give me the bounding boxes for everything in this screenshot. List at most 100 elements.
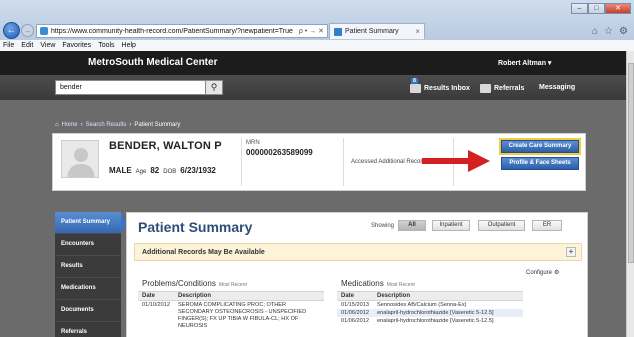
create-care-summary-button[interactable]: Create Care Summary (499, 138, 581, 155)
menu-file[interactable]: File (3, 42, 14, 49)
avatar (61, 140, 99, 178)
breadcrumb-home-icon[interactable]: ⌂ (55, 122, 59, 128)
row-date: 01/10/2012 (142, 302, 170, 308)
header-description: Description (377, 293, 411, 299)
settings-gear-icon[interactable]: ⚙ (619, 26, 628, 37)
problems-table: Date Description 01/10/2012 SEROMA COMPL… (138, 291, 324, 330)
notice-text: Additional Records May Be Available (142, 249, 265, 256)
configure-label: Configure (526, 269, 553, 276)
window-close-button[interactable]: ✕ (605, 3, 631, 14)
row-date: 01/06/2012 (341, 310, 369, 316)
filter-er-button[interactable]: ER (532, 220, 562, 231)
forward-button[interactable]: → (21, 24, 34, 37)
results-inbox-label: Results Inbox (424, 85, 470, 92)
messaging-link[interactable]: Messaging (539, 84, 575, 91)
medications-title: Medications (341, 279, 384, 288)
home-icon[interactable]: ⌂ (592, 26, 598, 37)
menu-tools[interactable]: Tools (98, 42, 114, 49)
search-icon: ⚲ (210, 82, 218, 92)
window-controls: – □ ✕ (571, 3, 631, 14)
page-scrollbar[interactable] (626, 51, 634, 337)
app-header: MetroSouth Medical Center Robert Altman … (0, 51, 626, 75)
mrn-label: MRN (246, 140, 260, 146)
menu-edit[interactable]: Edit (21, 42, 33, 49)
app-title: MetroSouth Medical Center (88, 57, 218, 68)
breadcrumb-current: Patient Summary (134, 122, 181, 128)
table-header: Date Description (337, 291, 523, 301)
table-row[interactable]: 01/15/2013 Sennosides AB/Calcium (Senna-… (337, 301, 523, 309)
row-description: SEROMA COMPLICATING PROC; OTHER SECONDAR… (178, 302, 307, 329)
favorites-star-icon[interactable]: ☆ (604, 26, 613, 37)
nav-referrals[interactable]: Referrals (55, 322, 121, 337)
table-row[interactable]: 01/06/2012 enalapril-hydrochlorothiazide… (337, 317, 523, 325)
results-inbox-link[interactable]: 8 Results Inbox (410, 78, 470, 93)
patient-card: BENDER, WALTON P MALE Age 82 DOB 6/23/19… (52, 133, 586, 191)
url-text: https://www.community-health-record.com/… (51, 27, 293, 35)
profile-face-sheets-button[interactable]: Profile & Face Sheets (501, 157, 579, 170)
tab-close-icon[interactable]: × (415, 27, 420, 36)
row-description: enalapril-hydrochlorothiazide [Vaseretic… (377, 310, 494, 316)
referrals-link[interactable]: Referrals (480, 84, 524, 93)
table-row[interactable]: 01/06/2012 enalapril-hydrochlorothiazide… (337, 309, 523, 317)
tab-title: Patient Summary (345, 28, 399, 35)
browser-tab[interactable]: Patient Summary × (329, 23, 425, 39)
breadcrumb-home[interactable]: Home (62, 122, 78, 128)
mrn-value: 000000263589099 (246, 148, 313, 157)
nav-documents[interactable]: Documents (55, 300, 121, 322)
referrals-label: Referrals (494, 85, 525, 92)
age-label: Age (135, 169, 147, 175)
configure-link[interactable]: Configure ⚙ (526, 269, 560, 277)
patient-name: BENDER, WALTON P (109, 140, 222, 152)
scroll-thumb[interactable] (628, 63, 634, 263)
breadcrumb-sep: › (129, 122, 132, 128)
card-divider (241, 138, 242, 186)
patient-summary-panel: Patient Summary Showing All Inpatient Ou… (126, 212, 588, 337)
dob-label: DOB (163, 169, 177, 175)
user-menu[interactable]: Robert Altman ▾ (498, 59, 551, 67)
person-silhouette-icon (62, 141, 98, 177)
messaging-label: Messaging (539, 84, 576, 91)
red-arrow-icon (422, 150, 490, 172)
menu-favorites[interactable]: Favorites (62, 42, 91, 49)
nav-encounters[interactable]: Encounters (55, 234, 121, 256)
menu-help[interactable]: Help (122, 42, 136, 49)
menu-bar: File Edit View Favorites Tools Help (0, 40, 634, 51)
app-toolbar: bender ⚲ 8 Results Inbox Referrals Messa… (0, 75, 626, 100)
patient-age: 82 (150, 166, 160, 175)
table-header: Date Description (138, 291, 324, 301)
address-tools-icon[interactable]: ρ • → ✕ (299, 27, 324, 35)
tab-favicon-icon (334, 27, 342, 36)
header-date: Date (341, 293, 355, 299)
filter-all-button[interactable]: All (398, 220, 426, 231)
medications-subtitle: Most Recent (386, 282, 415, 288)
nav-patient-summary[interactable]: Patient Summary (55, 212, 127, 234)
problems-subtitle: Most Recent (218, 282, 247, 288)
breadcrumb-search-results[interactable]: Search Results (86, 122, 127, 128)
inbox-count-badge: 8 (411, 78, 418, 84)
showing-label: Showing (371, 223, 395, 229)
problems-section-title: Problems/Conditions Most Recent (142, 279, 247, 288)
table-row[interactable]: 01/10/2012 SEROMA COMPLICATING PROC; OTH… (138, 301, 324, 330)
header-date: Date (142, 293, 156, 299)
row-description: Sennosides AB/Calcium (Senna-Ex) (377, 302, 467, 308)
back-button[interactable]: ← (3, 22, 20, 39)
filter-outpatient-button[interactable]: Outpatient (478, 220, 525, 231)
row-date: 01/15/2013 (341, 302, 369, 308)
browser-right-icons: ⌂ ☆ ⚙ (592, 26, 628, 37)
nav-medications[interactable]: Medications (55, 278, 121, 300)
patient-gender: MALE (109, 166, 132, 175)
minimize-button[interactable]: – (571, 3, 588, 14)
maximize-button[interactable]: □ (588, 3, 605, 14)
address-bar[interactable]: https://www.community-health-record.com/… (36, 24, 328, 38)
search-button[interactable]: ⚲ (205, 80, 223, 95)
nav-results[interactable]: Results (55, 256, 121, 278)
breadcrumb-sep: › (80, 122, 83, 128)
row-description: enalapril-hydrochlorothiazide [Vaseretic… (377, 318, 494, 324)
medications-table: Date Description 01/15/2013 Sennosides A… (337, 291, 523, 325)
gear-icon: ⚙ (554, 270, 560, 276)
menu-view[interactable]: View (40, 42, 55, 49)
expand-notice-button[interactable]: + (566, 247, 576, 257)
patient-search-input[interactable]: bender (55, 80, 210, 95)
filter-inpatient-button[interactable]: Inpatient (432, 220, 470, 231)
page-title: Patient Summary (138, 219, 253, 235)
